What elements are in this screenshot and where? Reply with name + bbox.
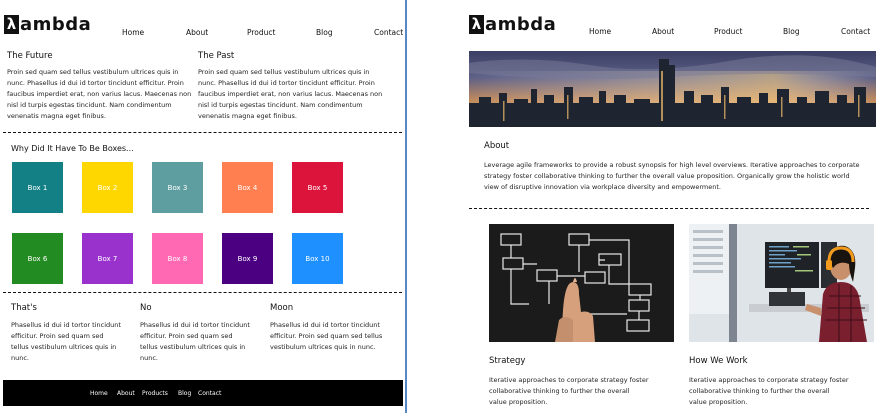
section-divider bbox=[469, 208, 869, 209]
box-label: Box 4 bbox=[237, 183, 258, 192]
box-8: Box 8 bbox=[152, 233, 203, 284]
nav-about[interactable]: About bbox=[186, 28, 208, 37]
woman-at-computer-illustration bbox=[689, 224, 874, 342]
flowchart-hand-illustration bbox=[489, 224, 674, 342]
future-heading: The Future bbox=[7, 51, 53, 61]
footer: Home About Products Blog Contact bbox=[3, 380, 403, 406]
nav-contact[interactable]: Contact bbox=[841, 27, 870, 36]
right-page-pane: λ ambda Home About Product Blog Contact bbox=[407, 0, 877, 413]
box-label: Box 3 bbox=[167, 183, 188, 192]
past-text: Proin sed quam sed tellus vestibulum ult… bbox=[198, 68, 383, 120]
box-label: Box 10 bbox=[305, 254, 330, 263]
footer-link-products[interactable]: Products bbox=[142, 390, 168, 397]
box-9: Box 9 bbox=[222, 233, 273, 284]
moon-heading: Moon bbox=[270, 303, 294, 313]
box-label: Box 6 bbox=[27, 254, 48, 263]
section-divider bbox=[3, 292, 402, 293]
box-4: Box 4 bbox=[222, 162, 273, 213]
strategy-image bbox=[489, 224, 674, 342]
how-we-work-text: Iterative approaches to corporate strate… bbox=[689, 376, 849, 406]
city-skyline-illustration bbox=[469, 51, 876, 127]
nav-blog[interactable]: Blog bbox=[316, 28, 333, 37]
box-label: Box 1 bbox=[27, 183, 48, 192]
box-10: Box 10 bbox=[292, 233, 343, 284]
nav-home[interactable]: Home bbox=[589, 27, 611, 36]
section-divider bbox=[3, 132, 402, 133]
thats-heading: That's bbox=[11, 303, 37, 313]
nav-product[interactable]: Product bbox=[247, 28, 275, 37]
nav-home[interactable]: Home bbox=[122, 28, 144, 37]
box-label: Box 2 bbox=[97, 183, 118, 192]
nav-product[interactable]: Product bbox=[714, 27, 742, 36]
lambda-logo-text: ambda bbox=[20, 14, 92, 35]
strategy-text: Iterative approaches to corporate strate… bbox=[489, 376, 649, 406]
footer-link-contact[interactable]: Contact bbox=[198, 390, 221, 397]
boxes-heading: Why Did It Have To Be Boxes... bbox=[11, 144, 134, 153]
nav-contact[interactable]: Contact bbox=[374, 28, 403, 37]
thats-text: Phasellus id dui id tortor tincidunt eff… bbox=[11, 321, 121, 362]
no-heading: No bbox=[140, 303, 152, 313]
footer-link-blog[interactable]: Blog bbox=[178, 390, 191, 397]
box-label: Box 5 bbox=[307, 183, 328, 192]
box-1: Box 1 bbox=[12, 162, 63, 213]
about-heading: About bbox=[484, 141, 510, 151]
box-label: Box 9 bbox=[237, 254, 258, 263]
nav-blog[interactable]: Blog bbox=[783, 27, 800, 36]
box-label: Box 8 bbox=[167, 254, 188, 263]
lambda-logo[interactable]: λ ambda bbox=[469, 14, 556, 35]
box-5: Box 5 bbox=[292, 162, 343, 213]
box-3: Box 3 bbox=[152, 162, 203, 213]
lambda-logo[interactable]: λ ambda bbox=[4, 14, 91, 35]
lambda-logo-symbol: λ bbox=[4, 15, 19, 34]
footer-link-home[interactable]: Home bbox=[90, 390, 108, 397]
box-label: Box 7 bbox=[97, 254, 118, 263]
strategy-heading: Strategy bbox=[489, 356, 526, 366]
box-2: Box 2 bbox=[82, 162, 133, 213]
how-we-work-image bbox=[689, 224, 874, 342]
nav-about[interactable]: About bbox=[652, 27, 674, 36]
footer-link-about[interactable]: About bbox=[117, 390, 135, 397]
moon-text: Phasellus id dui id tortor tincidunt eff… bbox=[270, 321, 383, 351]
about-text: Leverage agile frameworks to provide a r… bbox=[484, 161, 860, 191]
past-heading: The Past bbox=[198, 51, 235, 61]
box-6: Box 6 bbox=[12, 233, 63, 284]
how-we-work-heading: How We Work bbox=[689, 356, 748, 366]
no-text: Phasellus id dui id tortor tincidunt eff… bbox=[140, 321, 250, 362]
hero-city-image bbox=[469, 51, 876, 127]
future-text: Proin sed quam sed tellus vestibulum ult… bbox=[7, 68, 192, 120]
left-page-pane: λ ambda Home About Product Blog Contact … bbox=[0, 0, 404, 413]
lambda-logo-text: ambda bbox=[485, 14, 557, 35]
lambda-logo-symbol: λ bbox=[469, 15, 484, 34]
box-7: Box 7 bbox=[82, 233, 133, 284]
